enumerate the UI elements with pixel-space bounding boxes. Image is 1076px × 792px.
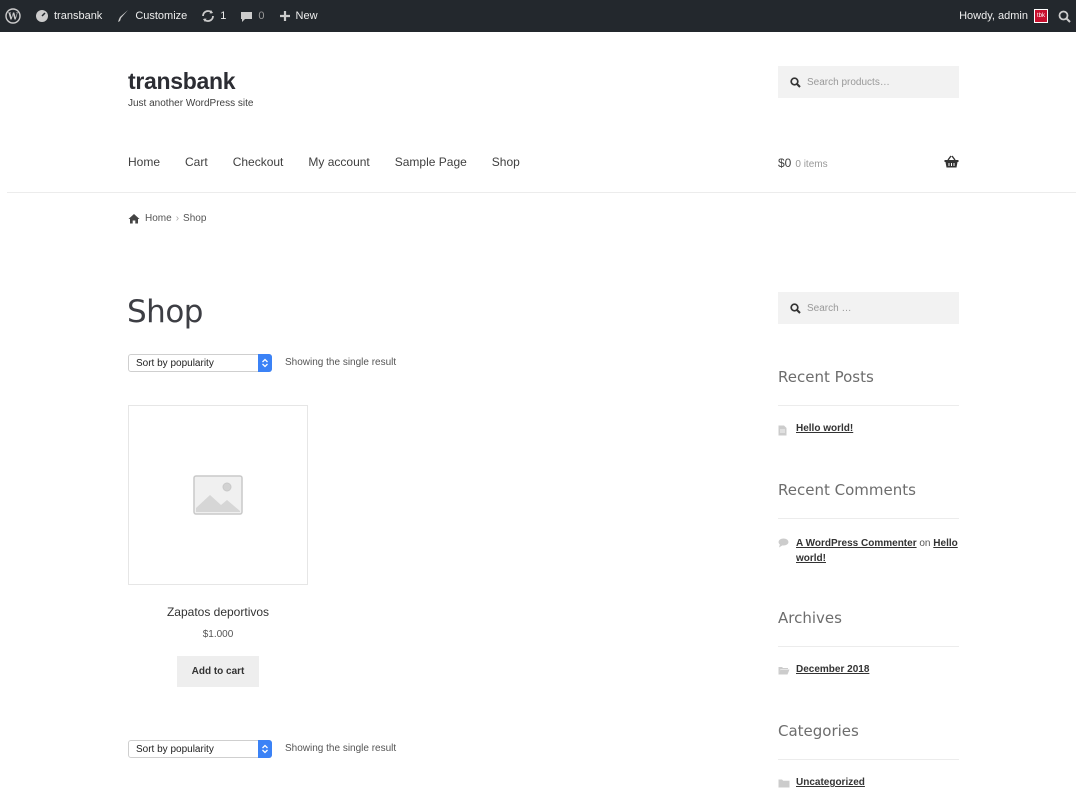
home-icon bbox=[128, 214, 140, 224]
nav-item-my-account[interactable]: My account bbox=[308, 155, 369, 169]
document-icon bbox=[778, 423, 796, 439]
dashboard-icon bbox=[36, 10, 48, 22]
plus-icon bbox=[279, 11, 290, 21]
primary-nav: Home Cart Checkout My account Sample Pag… bbox=[128, 155, 545, 169]
page-title: Shop bbox=[127, 294, 203, 330]
new-label: New bbox=[295, 10, 318, 22]
comment-on-label: on bbox=[919, 538, 931, 549]
search-icon bbox=[790, 302, 801, 314]
product-price: $1.000 bbox=[202, 629, 234, 640]
basket-icon[interactable] bbox=[944, 155, 959, 173]
breadcrumb-separator: › bbox=[175, 213, 180, 224]
widget-divider bbox=[778, 405, 959, 406]
recent-post-item: Hello world! bbox=[778, 423, 959, 439]
select-arrows-icon bbox=[258, 354, 272, 372]
brush-icon bbox=[118, 10, 129, 22]
admin-site-link[interactable]: transbank bbox=[30, 0, 107, 32]
product-search-input[interactable]: Search products… bbox=[778, 66, 959, 98]
breadcrumb-home[interactable]: Home bbox=[145, 213, 172, 224]
updates-icon bbox=[202, 10, 215, 22]
comments-count: 0 bbox=[258, 10, 265, 22]
avatar: tbk bbox=[1034, 9, 1048, 23]
svg-text:W: W bbox=[7, 13, 19, 23]
new-content-link[interactable]: New bbox=[274, 0, 323, 32]
archive-item: December 2018 bbox=[778, 664, 959, 678]
breadcrumb: Home › Shop bbox=[128, 213, 206, 224]
nav-item-cart[interactable]: Cart bbox=[185, 155, 208, 169]
recent-post-link[interactable]: Hello world! bbox=[796, 423, 853, 439]
result-count: Showing the single result bbox=[285, 357, 397, 368]
product-search-placeholder: Search products… bbox=[807, 76, 890, 88]
howdy-label: Howdy, admin bbox=[959, 10, 1028, 22]
breadcrumb-current: Shop bbox=[183, 213, 207, 224]
widget-divider bbox=[778, 646, 959, 647]
updates-link[interactable]: 1 bbox=[196, 0, 231, 32]
wordpress-logo-icon[interactable]: W bbox=[0, 0, 26, 32]
sort-select-bottom[interactable]: Sort by popularity bbox=[128, 740, 272, 758]
category-item: Uncategorized bbox=[778, 777, 959, 791]
folder-open-icon bbox=[778, 664, 796, 678]
recent-comments-title: Recent Comments bbox=[778, 481, 916, 499]
widget-divider bbox=[778, 759, 959, 760]
account-menu[interactable]: Howdy, admin tbk bbox=[954, 0, 1053, 32]
comment-icon bbox=[778, 536, 796, 566]
sort-select-value: Sort by popularity bbox=[136, 357, 214, 369]
image-placeholder-icon bbox=[193, 475, 243, 515]
recent-posts-title: Recent Posts bbox=[778, 368, 874, 386]
archive-link[interactable]: December 2018 bbox=[796, 664, 869, 678]
customize-link[interactable]: Customize bbox=[111, 0, 192, 32]
result-count-bottom: Showing the single result bbox=[285, 743, 397, 754]
add-to-cart-button[interactable]: Add to cart bbox=[177, 656, 259, 687]
product-title[interactable]: Zapatos deportivos bbox=[128, 605, 308, 619]
updates-count: 1 bbox=[220, 10, 227, 22]
sort-select[interactable]: Sort by popularity bbox=[128, 354, 272, 372]
search-icon bbox=[790, 76, 801, 88]
sidebar-search-placeholder: Search … bbox=[807, 302, 852, 314]
customize-label: Customize bbox=[135, 10, 188, 22]
sort-select-value: Sort by popularity bbox=[136, 743, 214, 755]
nav-item-sample-page[interactable]: Sample Page bbox=[395, 155, 467, 169]
nav-item-shop[interactable]: Shop bbox=[492, 155, 520, 169]
site-title[interactable]: transbank bbox=[128, 68, 236, 95]
cart-amount: $0 bbox=[778, 156, 792, 170]
category-link[interactable]: Uncategorized bbox=[796, 777, 865, 791]
sidebar-search-input[interactable]: Search … bbox=[778, 292, 959, 324]
comment-author-link[interactable]: A WordPress Commenter bbox=[796, 538, 917, 549]
comment-icon bbox=[241, 11, 253, 22]
site-tagline: Just another WordPress site bbox=[128, 98, 254, 109]
cart-item-count: 0 items bbox=[795, 159, 828, 170]
widget-divider bbox=[778, 518, 959, 519]
nav-item-home[interactable]: Home bbox=[128, 155, 160, 169]
header-divider bbox=[7, 192, 1076, 193]
admin-search-icon[interactable] bbox=[1053, 0, 1076, 32]
comments-link[interactable]: 0 bbox=[235, 0, 269, 32]
categories-title: Categories bbox=[778, 722, 859, 740]
admin-bar: W transbank Customize 1 0 New Howdy, adm… bbox=[0, 0, 1076, 32]
recent-comment-item: A WordPress Commenter on Hello world! bbox=[778, 536, 959, 566]
archives-title: Archives bbox=[778, 609, 842, 627]
admin-site-label: transbank bbox=[54, 10, 103, 22]
folder-icon bbox=[778, 777, 796, 791]
nav-item-checkout[interactable]: Checkout bbox=[233, 155, 284, 169]
select-arrows-icon bbox=[258, 740, 272, 758]
header-cart-link[interactable]: $0 0 items bbox=[778, 156, 828, 170]
product-image-placeholder[interactable] bbox=[128, 405, 308, 585]
